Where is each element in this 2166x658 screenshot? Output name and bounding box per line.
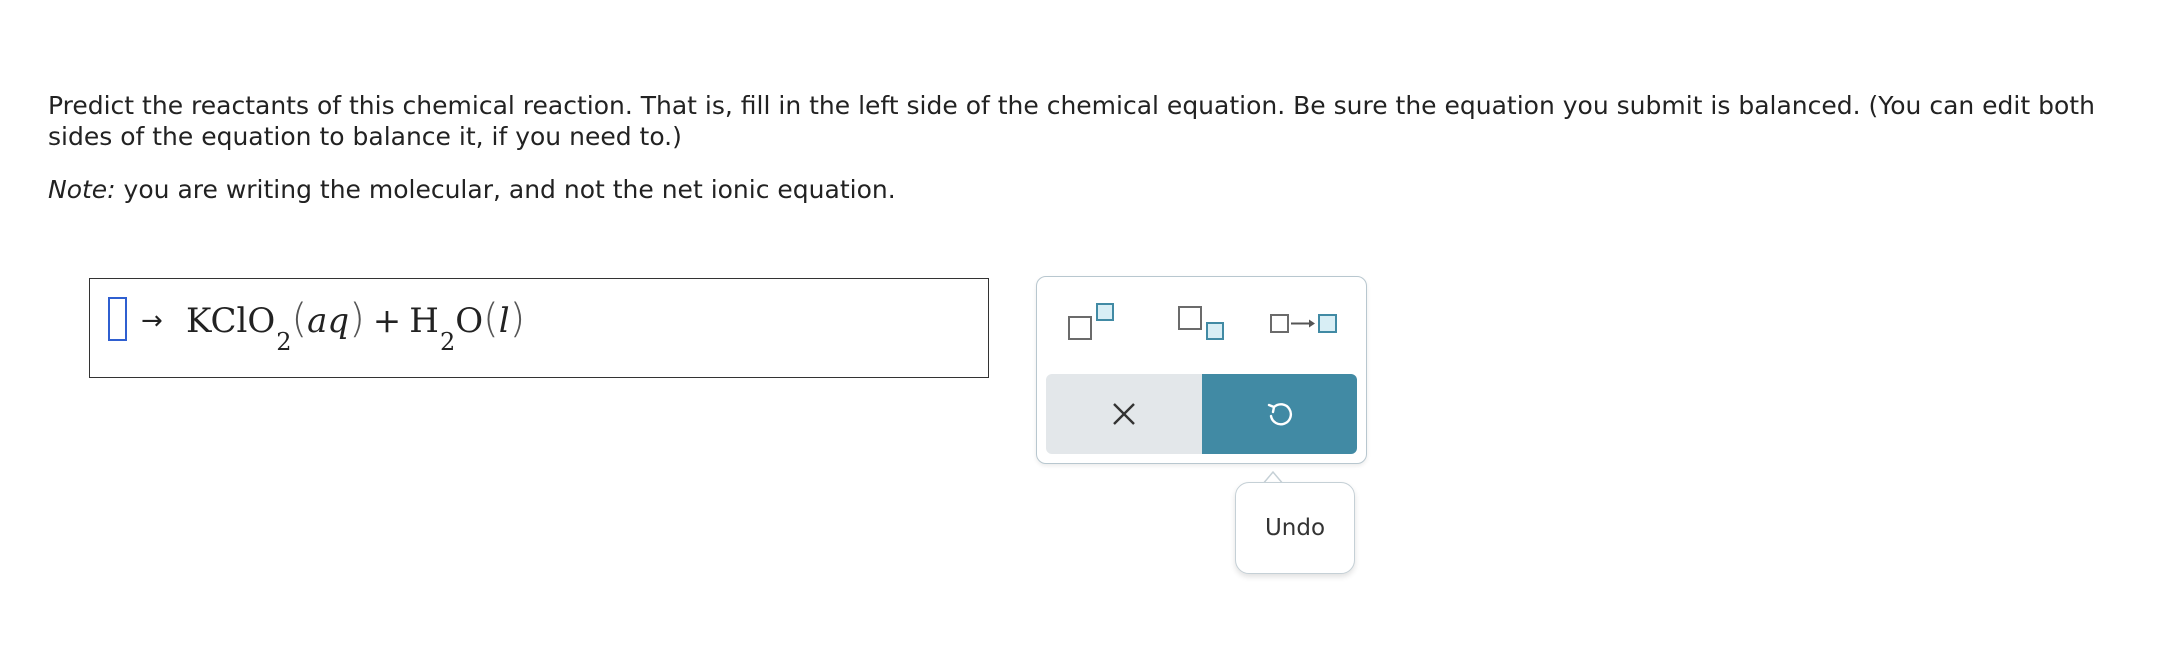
reactant-input-slot[interactable] bbox=[108, 297, 127, 341]
product2-formula-h: H bbox=[409, 301, 439, 341]
close-icon bbox=[1113, 403, 1135, 425]
equation-editor[interactable]: → KClO2(aq) + H2O(l) bbox=[89, 278, 989, 378]
clear-button[interactable] bbox=[1046, 374, 1202, 454]
reaction-arrow-icon bbox=[1270, 314, 1337, 333]
paren-close: ) bbox=[509, 296, 526, 342]
product1-formula: KClO bbox=[186, 301, 276, 341]
paren-open: ( bbox=[483, 296, 499, 342]
product2-state: l bbox=[498, 301, 510, 341]
paren-close: ) bbox=[349, 296, 365, 342]
equation-tool-palette bbox=[1036, 276, 1367, 464]
products-formula[interactable]: KClO2(aq) + H2O(l) bbox=[186, 296, 526, 356]
product2-formula-o: O bbox=[455, 301, 484, 341]
undo-tooltip: Undo bbox=[1235, 482, 1355, 574]
subscript-button[interactable] bbox=[1177, 301, 1257, 345]
action-button-row bbox=[1046, 374, 1357, 454]
undo-button[interactable] bbox=[1202, 374, 1357, 454]
reaction-arrow-button[interactable] bbox=[1269, 301, 1349, 345]
plus-sign: + bbox=[372, 301, 402, 341]
note-label: Note: bbox=[48, 175, 116, 204]
reaction-arrow: → bbox=[141, 306, 163, 336]
undo-icon bbox=[1267, 403, 1292, 426]
superscript-button[interactable] bbox=[1067, 301, 1147, 345]
instructions-text: Predict the reactants of this chemical r… bbox=[48, 91, 2095, 151]
product2-subscript: 2 bbox=[439, 328, 456, 356]
superscript-icon bbox=[1068, 303, 1114, 340]
product1-state: aq bbox=[307, 301, 350, 341]
subscript-icon bbox=[1178, 306, 1224, 340]
note-body: you are writing the molecular, and not t… bbox=[115, 175, 896, 204]
note-text: Note: you are writing the molecular, and… bbox=[48, 174, 896, 205]
product1-subscript: 2 bbox=[276, 328, 292, 356]
paren-open: ( bbox=[291, 296, 308, 342]
